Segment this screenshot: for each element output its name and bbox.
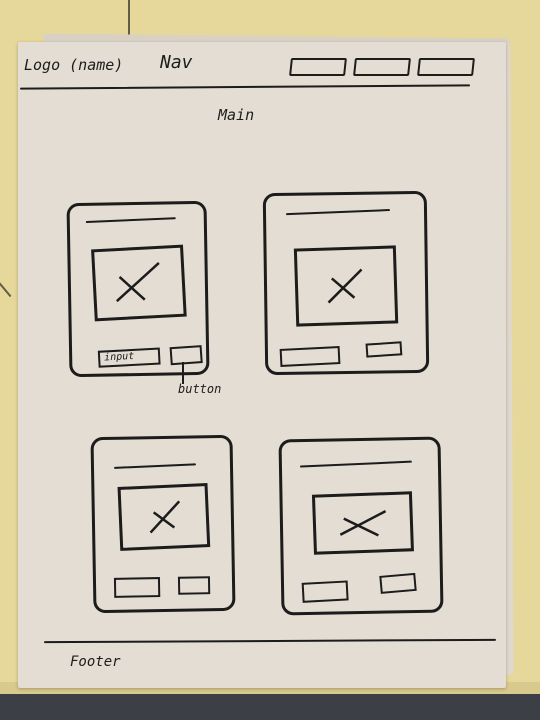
x-placeholder-icon [339,510,387,537]
card-image-placeholder [91,244,187,322]
card-title-line [85,217,176,224]
card-1: input [66,200,210,378]
nav-button-2[interactable] [353,58,411,76]
floor-edge [0,694,540,720]
card-title-line [113,463,196,469]
card-3 [90,434,236,614]
card-button-secondary[interactable] [379,572,417,594]
card-image-placeholder [293,245,399,327]
card-button[interactable] [169,345,203,366]
card-input-field[interactable]: input [97,347,161,368]
nav-button-1[interactable] [289,58,347,76]
card-button-secondary[interactable] [177,576,211,595]
main-label: Main [218,106,255,124]
card-2 [262,190,430,376]
button-annotation-arrow [182,362,184,384]
nav-label: Nav [160,52,193,73]
card-button-primary[interactable] [279,346,341,367]
footer-divider [43,638,497,644]
nav-button-3[interactable] [417,58,475,76]
header-divider [19,84,471,90]
card-button-secondary[interactable] [365,341,403,358]
x-placeholder-icon [149,500,181,534]
x-placeholder-icon [327,268,363,304]
floor-tile-seam [0,272,12,298]
card-image-placeholder [311,491,414,555]
footer-label: Footer [70,654,121,670]
card-image-placeholder [117,483,211,551]
card-title-line [299,460,412,468]
card-title-line [286,209,391,216]
x-placeholder-icon [115,261,160,303]
card-button-primary[interactable] [113,577,161,598]
card-4 [278,436,444,616]
card-button-primary[interactable] [301,580,349,603]
logo[interactable]: Logo (name) [24,56,123,74]
input-label: input [103,350,135,364]
button-annotation: button [178,382,222,396]
wireframe-sketch-page: Logo (name) Nav Main input button Footer [18,42,506,688]
